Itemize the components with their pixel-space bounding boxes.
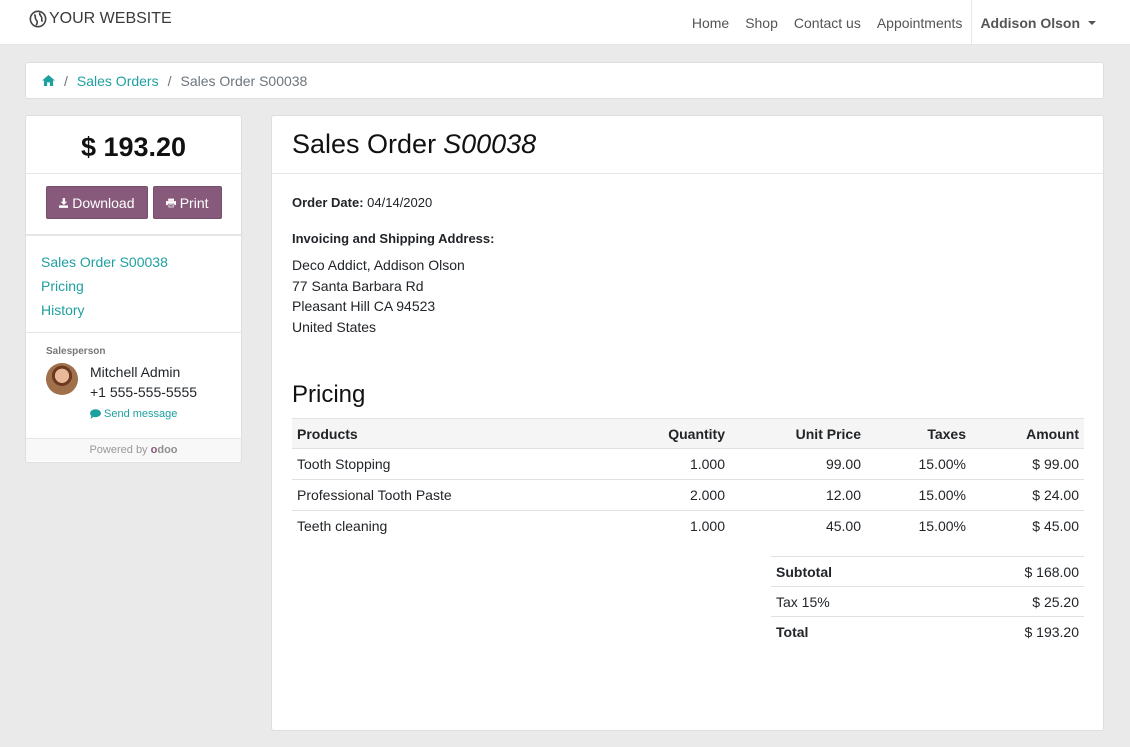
sidebar-link-order[interactable]: Sales Order S00038 (41, 250, 241, 274)
salesperson-name: Mitchell Admin (90, 364, 181, 380)
address-line: Pleasant Hill CA 94523 (292, 298, 436, 314)
order-date-label: Order Date: (292, 195, 364, 210)
cell-quantity: 2.000 (592, 479, 730, 511)
send-message-label: Send message (104, 408, 178, 420)
globe-icon (29, 10, 47, 28)
print-button[interactable]: Print (152, 186, 222, 219)
print-label: Print (179, 194, 209, 211)
tax-label: Tax 15% (771, 586, 930, 617)
tax-value: $ 25.20 (929, 586, 1084, 617)
print-icon (165, 198, 176, 207)
header-products: Products (292, 418, 592, 449)
send-message-link[interactable]: Send message (90, 404, 197, 424)
site-logo[interactable]: YOUR WEBSITE (29, 10, 172, 28)
cell-amount: $ 99.00 (971, 448, 1084, 480)
nav-link-appointments[interactable]: Appointments (869, 15, 971, 31)
caret-down-icon (1088, 20, 1096, 25)
cell-unit-price: 99.00 (730, 448, 866, 480)
table-header-row: Products Quantity Unit Price Taxes Amoun… (292, 418, 1084, 449)
powered-by-text: Powered by (89, 444, 148, 456)
table-row: Teeth cleaning 1.000 45.00 15.00% $ 45.0… (292, 510, 1084, 542)
cell-product: Professional Tooth Paste (292, 479, 592, 511)
cell-quantity: 1.000 (592, 510, 730, 542)
cell-product: Tooth Stopping (292, 448, 592, 480)
tax-row: Tax 15% $ 25.20 (771, 586, 1084, 617)
top-navbar: YOUR WEBSITE Home Shop Contact us Appoin… (0, 0, 1130, 45)
odoo-logo-rest: doo (157, 444, 178, 456)
table-row: Tooth Stopping 1.000 99.00 15.00% $ 99.0… (292, 448, 1084, 480)
subtotal-row: Subtotal $ 168.00 (771, 556, 1084, 587)
sidebar-link-pricing[interactable]: Pricing (41, 274, 241, 298)
download-button[interactable]: Download (45, 186, 148, 219)
header-unit-price: Unit Price (730, 418, 866, 449)
chat-bubble-icon (90, 409, 101, 419)
salesperson-label: Salesperson (46, 346, 106, 357)
cell-unit-price: 45.00 (730, 510, 866, 542)
table-row: Professional Tooth Paste 2.000 12.00 15.… (292, 479, 1084, 511)
title-prefix: Sales Order (292, 129, 437, 159)
totals-table: Subtotal $ 168.00 Tax 15% $ 25.20 Total … (771, 556, 1084, 647)
breadcrumb-sales-orders[interactable]: Sales Orders (77, 73, 159, 89)
breadcrumb-current: Sales Order S00038 (180, 72, 308, 89)
page-title: Sales Order S00038 (272, 116, 1103, 174)
cell-taxes: 15.00% (866, 448, 971, 480)
address-title: Invoicing and Shipping Address: (292, 231, 495, 246)
header-quantity: Quantity (592, 418, 730, 449)
download-icon (58, 197, 69, 208)
salesperson-card: Salesperson Mitchell Admin +1 555-555-55… (26, 333, 241, 439)
cell-amount: $ 24.00 (971, 479, 1084, 511)
salesperson-phone: +1 555-555-5555 (90, 384, 198, 400)
cell-amount: $ 45.00 (971, 510, 1084, 542)
main-nav: Home Shop Contact us Appointments Addiso… (684, 0, 1096, 45)
header-taxes: Taxes (866, 418, 971, 449)
address-line: 77 Santa Barbara Rd (292, 277, 424, 294)
cell-quantity: 1.000 (592, 448, 730, 480)
order-sidebar: $ 193.20 Download Print Sales Order S000… (25, 115, 242, 463)
order-content: Sales Order S00038 Order Date: 04/14/202… (271, 115, 1104, 731)
total-row: Total $ 193.20 (771, 616, 1084, 647)
breadcrumb-separator: / (64, 72, 68, 89)
action-buttons: Download Print (26, 174, 241, 236)
nav-link-shop[interactable]: Shop (737, 15, 786, 31)
total-label: Total (771, 616, 930, 647)
order-number: S00038 (443, 129, 537, 159)
order-date: Order Date: 04/14/2020 (292, 195, 432, 210)
sidebar-link-history[interactable]: History (41, 298, 241, 322)
address-block: Deco Addict, Addison Olson 77 Santa Barb… (292, 255, 465, 337)
download-label: Download (72, 194, 135, 211)
user-name: Addison Olson (980, 14, 1080, 31)
nav-link-contact[interactable]: Contact us (786, 15, 869, 31)
cell-product: Teeth cleaning (292, 510, 592, 542)
sidebar-total: $ 193.20 (26, 116, 241, 174)
subtotal-label: Subtotal (771, 556, 930, 587)
cell-taxes: 15.00% (866, 510, 971, 542)
salesperson-avatar (46, 363, 78, 395)
site-brand-text: YOUR WEBSITE (49, 10, 172, 27)
cell-taxes: 15.00% (866, 479, 971, 511)
user-menu[interactable]: Addison Olson (980, 15, 1096, 31)
breadcrumb-separator: / (167, 72, 172, 89)
order-date-value: 04/14/2020 (367, 195, 433, 210)
home-icon[interactable] (42, 73, 55, 89)
order-lines-table: Products Quantity Unit Price Taxes Amoun… (292, 418, 1084, 542)
odoo-logo[interactable]: odoo (151, 444, 178, 456)
total-value: $ 193.20 (929, 616, 1084, 647)
header-amount: Amount (971, 418, 1084, 449)
subtotal-value: $ 168.00 (929, 556, 1084, 587)
nav-divider (971, 0, 973, 45)
nav-link-home[interactable]: Home (684, 15, 737, 31)
breadcrumb: / Sales Orders / Sales Order S00038 (25, 62, 1104, 99)
powered-by: Powered by odoo (26, 439, 241, 461)
address-line: Deco Addict, Addison Olson (292, 257, 465, 273)
sidebar-nav: Sales Order S00038 Pricing History (26, 236, 241, 333)
pricing-title: Pricing (292, 381, 366, 408)
cell-unit-price: 12.00 (730, 479, 866, 511)
address-line: United States (292, 318, 377, 335)
